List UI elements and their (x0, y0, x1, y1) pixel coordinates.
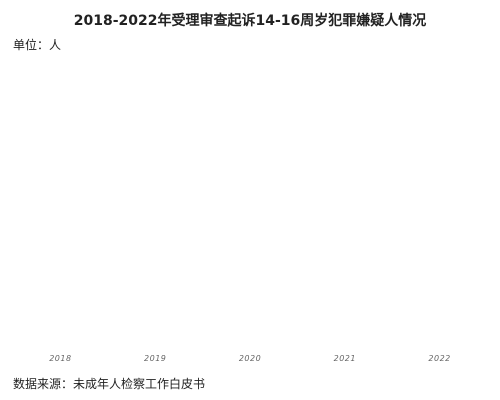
x-tick-label: 2020 (239, 354, 261, 363)
x-tick-label: 2022 (428, 354, 450, 363)
source-label: 数据来源：未成年人检察工作白皮书 (13, 377, 206, 391)
chart-plot-area: 2018 2019 2020 2021 2022 (49, 354, 450, 363)
x-tick-label: 2019 (144, 354, 166, 363)
x-tick-label: 2021 (334, 354, 356, 363)
x-tick-label: 2018 (49, 354, 71, 363)
